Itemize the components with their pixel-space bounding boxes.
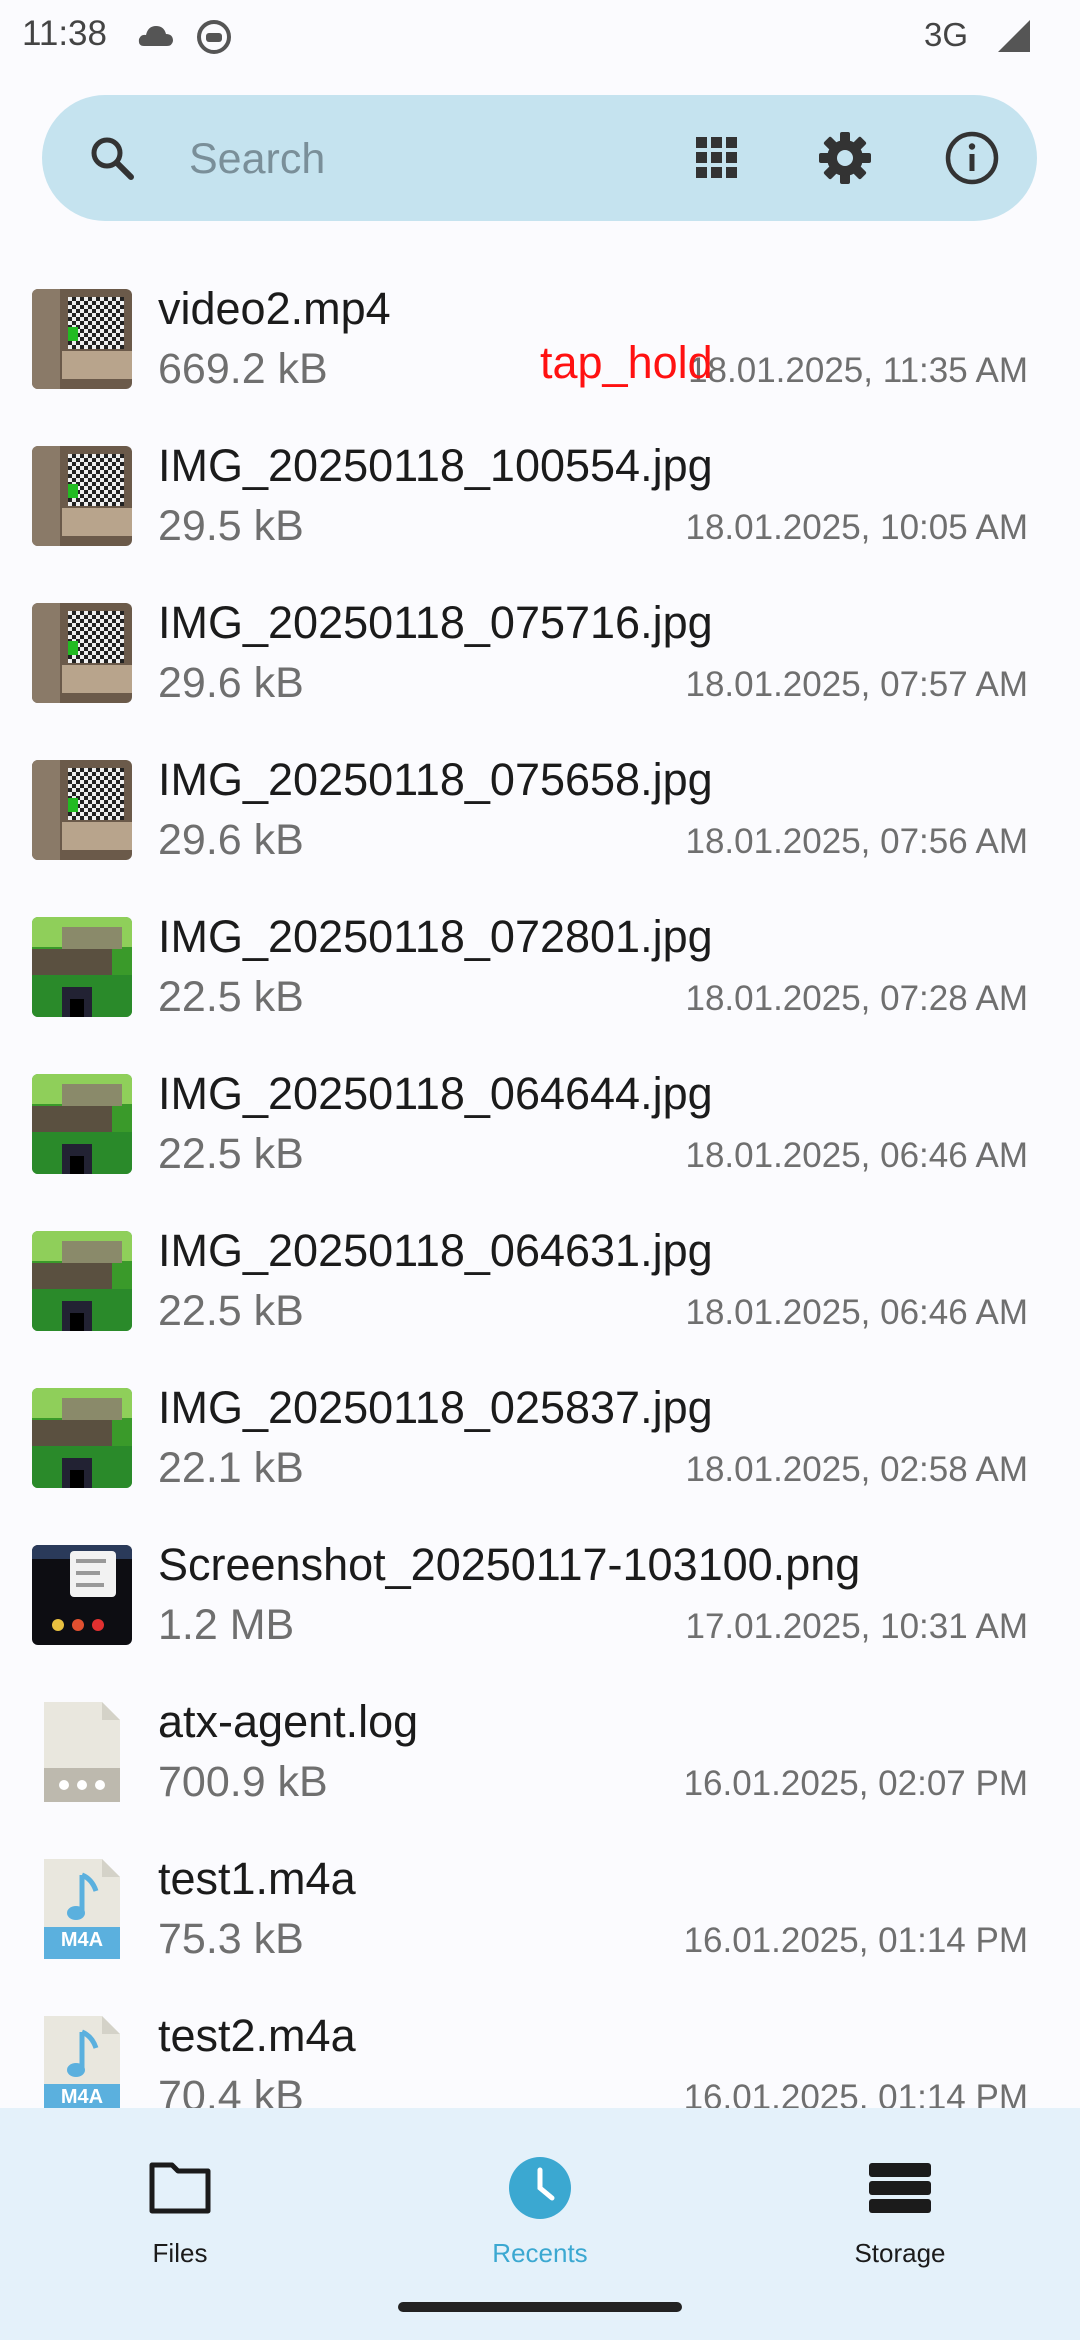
file-row-test1-m4a[interactable]: test1.m4a 75.3 kB 16.01.2025, 01:14 PM M…: [0, 1835, 1080, 1992]
file-size: 22.5 kB: [158, 973, 304, 1021]
file-size: 29.6 kB: [158, 816, 304, 864]
file-name: IMG_20250118_072801.jpg: [158, 911, 713, 962]
screenshot-thumbnail: [32, 1545, 132, 1645]
file-row-img-075716[interactable]: IMG_20250118_075716.jpg 29.6 kB 18.01.20…: [0, 579, 1080, 736]
file-size: 700.9 kB: [158, 1758, 328, 1806]
file-name: Screenshot_20250117-103100.png: [158, 1539, 861, 1590]
file-type-badge: M4A: [60, 1929, 104, 1951]
image-thumbnail: [32, 446, 132, 546]
file-name: atx-agent.log: [158, 1696, 419, 1747]
file-size: 22.5 kB: [158, 1287, 304, 1335]
file-size: 669.2 kB: [158, 345, 328, 393]
image-thumbnail: [32, 1074, 132, 1174]
file-date: 16.01.2025, 01:14 PM: [683, 2078, 1028, 2108]
image-thumbnail: [32, 603, 132, 703]
file-row-img-072801[interactable]: IMG_20250118_072801.jpg 22.5 kB 18.01.20…: [0, 893, 1080, 1050]
file-date: 18.01.2025, 11:35 AM: [688, 351, 1028, 390]
file-row-img-075658[interactable]: IMG_20250118_075658.jpg 29.6 kB 18.01.20…: [0, 736, 1080, 893]
nav-recents-label: Recents: [492, 2238, 588, 2268]
status-time: 11:38: [22, 14, 107, 53]
storage-icon: [869, 2163, 931, 2213]
recent-files-list[interactable]: video2.mp4 669.2 kB 18.01.2025, 11:35 AM…: [0, 265, 1080, 2108]
file-date: 18.01.2025, 07:57 AM: [685, 665, 1029, 704]
info-button[interactable]: [937, 123, 1007, 193]
file-name: IMG_20250118_075658.jpg: [158, 754, 713, 805]
file-name: test1.m4a: [158, 1853, 356, 1904]
file-date: 18.01.2025, 07:56 AM: [685, 822, 1029, 861]
clock-icon: [509, 2157, 571, 2219]
image-thumbnail: [32, 917, 132, 1017]
nav-files-label: Files: [152, 2238, 208, 2268]
file-name: IMG_20250118_064644.jpg: [158, 1068, 713, 1119]
robot-notification-icon: [197, 20, 231, 54]
file-size: 29.5 kB: [158, 502, 304, 550]
grid-icon: [696, 137, 737, 178]
cloud-notification-icon: [138, 26, 173, 46]
file-name: IMG_20250118_064631.jpg: [158, 1225, 713, 1276]
home-indicator[interactable]: [398, 2302, 682, 2312]
file-date: 18.01.2025, 06:46 AM: [685, 1293, 1029, 1332]
network-type: 3G: [923, 16, 968, 53]
gesture-label: tap_hold: [540, 337, 713, 388]
generic-file-icon: [32, 1702, 132, 1802]
file-size: 29.6 kB: [158, 659, 304, 707]
file-date: 18.01.2025, 07:28 AM: [685, 979, 1029, 1018]
file-date: 18.01.2025, 02:58 AM: [685, 1450, 1029, 1489]
file-size: 70.4 kB: [158, 2072, 304, 2108]
file-date: 16.01.2025, 02:07 PM: [683, 1764, 1028, 1803]
gear-icon: [819, 132, 871, 184]
file-date: 17.01.2025, 10:31 AM: [685, 1607, 1029, 1646]
nav-files[interactable]: Files: [80, 2148, 280, 2288]
file-row-img-064631[interactable]: IMG_20250118_064631.jpg 22.5 kB 18.01.20…: [0, 1207, 1080, 1364]
file-row-test2-m4a[interactable]: test2.m4a 70.4 kB 16.01.2025, 01:14 PM M…: [0, 1992, 1080, 2108]
image-thumbnail: [32, 760, 132, 860]
file-size: 1.2 MB: [158, 1601, 295, 1649]
file-row-img-025837[interactable]: IMG_20250118_025837.jpg 22.1 kB 18.01.20…: [0, 1364, 1080, 1521]
file-name: video2.mp4: [158, 283, 391, 334]
file-name: IMG_20250118_075716.jpg: [158, 597, 713, 648]
status-bar: 11:38 3G: [0, 0, 1080, 75]
settings-button[interactable]: [810, 123, 880, 193]
file-name: IMG_20250118_025837.jpg: [158, 1382, 713, 1433]
search-input[interactable]: [187, 125, 691, 193]
file-name: IMG_20250118_100554.jpg: [158, 440, 713, 491]
file-date: 18.01.2025, 06:46 AM: [685, 1136, 1029, 1175]
video-thumbnail: [32, 289, 132, 389]
grid-view-button[interactable]: [682, 123, 752, 193]
file-date: 18.01.2025, 10:05 AM: [685, 508, 1029, 547]
file-row-screenshot[interactable]: Screenshot_20250117-103100.png 1.2 MB 17…: [0, 1521, 1080, 1678]
search-bar[interactable]: [42, 95, 1037, 221]
nav-recents[interactable]: Recents: [440, 2148, 640, 2288]
nav-storage[interactable]: Storage: [800, 2148, 1000, 2288]
file-row-img-100554[interactable]: IMG_20250118_100554.jpg 29.5 kB 18.01.20…: [0, 422, 1080, 579]
nav-storage-label: Storage: [854, 2238, 946, 2268]
file-type-badge: M4A: [60, 2086, 104, 2108]
image-thumbnail: [32, 1231, 132, 1331]
folder-icon: [149, 2162, 211, 2214]
search-icon[interactable]: [87, 133, 137, 183]
file-name: test2.m4a: [158, 2010, 356, 2061]
file-size: 22.1 kB: [158, 1444, 304, 1492]
info-icon: [945, 131, 999, 185]
file-size: 22.5 kB: [158, 1130, 304, 1178]
file-row-atx-agent-log[interactable]: atx-agent.log 700.9 kB 16.01.2025, 02:07…: [0, 1678, 1080, 1835]
file-row-img-064644[interactable]: IMG_20250118_064644.jpg 22.5 kB 18.01.20…: [0, 1050, 1080, 1207]
image-thumbnail: [32, 1388, 132, 1488]
signal-icon: [998, 20, 1030, 52]
file-date: 16.01.2025, 01:14 PM: [683, 1921, 1028, 1960]
file-size: 75.3 kB: [158, 1915, 304, 1963]
